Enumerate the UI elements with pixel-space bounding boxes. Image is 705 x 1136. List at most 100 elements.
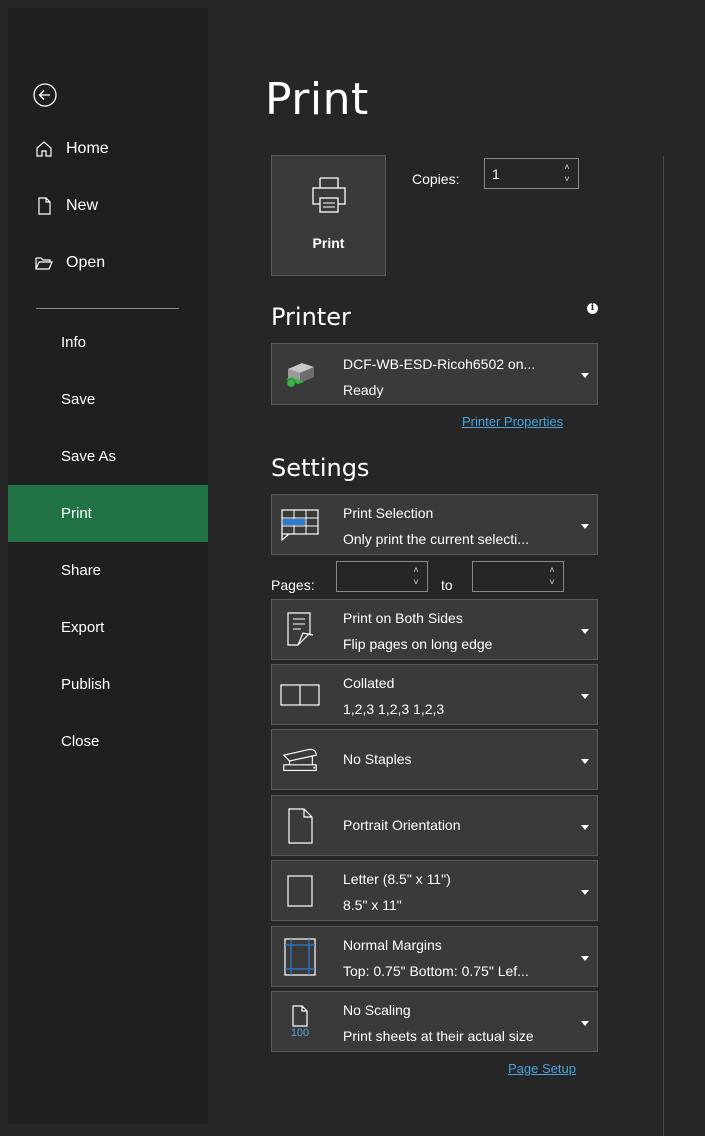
setting-title: Print Selection — [343, 505, 434, 521]
paper-size-dropdown[interactable]: Letter (8.5" x 11") 8.5" x 11" — [271, 860, 598, 921]
duplex-icon — [280, 610, 320, 650]
sidebar-item-label: Save As — [61, 448, 117, 465]
chevron-down-icon — [581, 373, 589, 378]
copies-spinner[interactable]: ˄ ˅ — [560, 161, 574, 186]
printer-name: DCF-WB-ESD-Ricoh6502 on... — [343, 356, 536, 372]
printer-properties-link[interactable]: Printer Properties — [462, 414, 563, 429]
print-pane: Print Print Copies: ˄ ˅ Printer i — [208, 8, 705, 1136]
print-button[interactable]: Print — [271, 155, 386, 276]
setting-title: Print on Both Sides — [343, 610, 463, 626]
chevron-down-icon — [581, 1020, 589, 1026]
setting-title: No Scaling — [343, 1002, 411, 1018]
home-icon — [34, 139, 54, 159]
staples-dropdown[interactable]: No Staples — [271, 729, 598, 790]
chevron-down-icon — [581, 628, 589, 634]
copies-stepper[interactable]: ˄ ˅ — [484, 158, 579, 189]
chevron-down-icon[interactable]: ˅ — [409, 576, 423, 588]
pages-from-input[interactable] — [337, 562, 400, 591]
sidebar-item-label: Print — [61, 505, 92, 522]
chevron-down-icon[interactable]: ˅ — [560, 173, 574, 185]
copies-input[interactable] — [485, 159, 551, 188]
sidebar-item-publish[interactable]: Publish — [8, 656, 208, 713]
setting-title: Normal Margins — [343, 937, 442, 953]
settings-heading: Settings — [271, 454, 370, 482]
sidebar-item-new[interactable]: New — [8, 186, 208, 226]
print-button-label: Print — [312, 235, 345, 251]
printer-dropdown[interactable]: DCF-WB-ESD-Ricoh6502 on... Ready — [271, 343, 598, 405]
chevron-up-icon[interactable]: ˄ — [409, 564, 423, 576]
chevron-up-icon[interactable]: ˄ — [560, 161, 574, 173]
sidebar-item-label: Home — [66, 140, 109, 157]
sidebar-item-share[interactable]: Share — [8, 542, 208, 599]
setting-subtitle: Top: 0.75" Bottom: 0.75" Lef... — [343, 963, 529, 979]
sidebar-item-export[interactable]: Export — [8, 599, 208, 656]
pages-to-label: to — [441, 577, 453, 593]
chevron-down-icon — [581, 889, 589, 895]
setting-subtitle: 8.5" x 11" — [343, 897, 402, 913]
margins-dropdown[interactable]: Normal Margins Top: 0.75" Bottom: 0.75" … — [271, 926, 598, 987]
sidebar-item-label: Share — [61, 562, 102, 579]
pages-to-stepper[interactable]: ˄ ˅ — [472, 561, 564, 592]
backstage-sidebar: Home New Open Info Save Save As Print Sh… — [8, 8, 208, 1124]
stapler-icon — [280, 740, 320, 780]
sidebar-item-label: Publish — [61, 676, 111, 693]
chevron-down-icon[interactable]: ˅ — [545, 576, 559, 588]
duplex-dropdown[interactable]: Print on Both Sides Flip pages on long e… — [271, 599, 598, 660]
chevron-up-icon[interactable]: ˄ — [545, 564, 559, 576]
printer-status: Ready — [343, 382, 384, 398]
copies-label: Copies: — [412, 171, 460, 187]
sidebar-item-info[interactable]: Info — [8, 314, 208, 371]
orientation-dropdown[interactable]: Portrait Orientation — [271, 795, 598, 856]
sidebar-item-home[interactable]: Home — [8, 129, 208, 169]
sidebar-item-label: New — [66, 197, 99, 214]
sidebar-item-close[interactable]: Close — [8, 713, 208, 770]
sidebar-item-save[interactable]: Save — [8, 371, 208, 428]
chevron-down-icon — [581, 693, 589, 699]
sidebar-item-save-as[interactable]: Save As — [8, 428, 208, 485]
no-scaling-icon: 100 — [280, 1002, 320, 1042]
print-selection-icon — [280, 505, 320, 545]
preview-divider — [663, 156, 664, 1136]
pages-label: Pages: — [271, 577, 315, 593]
setting-title: Portrait Orientation — [343, 817, 461, 833]
page-setup-link[interactable]: Page Setup — [508, 1061, 576, 1076]
sidebar-item-label: Open — [66, 254, 106, 271]
printer-icon — [312, 177, 346, 213]
collation-dropdown[interactable]: Collated 1,2,3 1,2,3 1,2,3 — [271, 664, 598, 725]
sidebar-divider — [36, 308, 179, 309]
printer-status-icon — [280, 354, 320, 394]
portrait-page-icon — [280, 806, 320, 846]
sidebar-item-print[interactable]: Print — [8, 485, 208, 542]
chevron-down-icon — [581, 824, 589, 830]
scaling-dropdown[interactable]: 100 No Scaling Print sheets at their act… — [271, 991, 598, 1052]
paper-size-icon — [280, 871, 320, 911]
pages-from-stepper[interactable]: ˄ ˅ — [336, 561, 428, 592]
print-what-dropdown[interactable]: Print Selection Only print the current s… — [271, 494, 598, 555]
setting-subtitle: 1,2,3 1,2,3 1,2,3 — [343, 701, 445, 717]
setting-title: Collated — [343, 675, 395, 691]
pages-from-spinner[interactable]: ˄ ˅ — [409, 564, 423, 589]
info-icon[interactable]: i — [587, 303, 598, 314]
setting-subtitle: Only print the current selecti... — [343, 531, 529, 547]
setting-title: Letter (8.5" x 11") — [343, 871, 451, 887]
new-document-icon — [34, 196, 54, 216]
chevron-down-icon — [581, 758, 589, 764]
back-button[interactable] — [30, 80, 60, 110]
pages-to-input[interactable] — [473, 562, 536, 591]
page-title: Print — [265, 74, 369, 125]
setting-subtitle: Flip pages on long edge — [343, 636, 493, 652]
setting-subtitle: Print sheets at their actual size — [343, 1028, 534, 1044]
collated-icon — [280, 675, 320, 715]
sidebar-item-label: Export — [61, 619, 105, 636]
scaling-percent-text: 100 — [290, 1026, 310, 1039]
margins-icon — [280, 937, 320, 977]
chevron-down-icon — [581, 955, 589, 961]
sidebar-item-label: Save — [61, 391, 96, 408]
sidebar-item-label: Close — [61, 733, 100, 750]
setting-title: No Staples — [343, 751, 412, 767]
pages-to-spinner[interactable]: ˄ ˅ — [545, 564, 559, 589]
sidebar-item-open[interactable]: Open — [8, 243, 208, 283]
open-folder-icon — [34, 253, 54, 273]
sidebar-item-label: Info — [61, 334, 87, 351]
printer-heading: Printer — [271, 303, 351, 331]
